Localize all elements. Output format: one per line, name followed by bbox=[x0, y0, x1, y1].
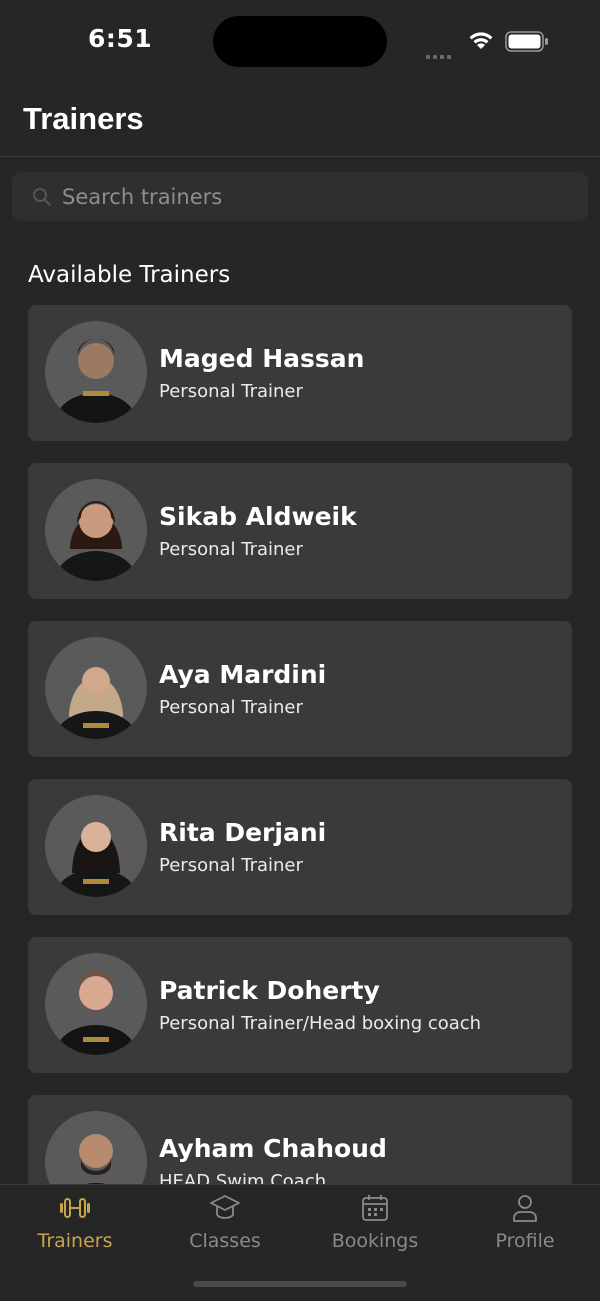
status-time: 6:51 bbox=[88, 24, 153, 53]
wifi-icon bbox=[469, 32, 493, 49]
tab-trainers[interactable]: Trainers bbox=[0, 1185, 150, 1265]
search-input[interactable] bbox=[62, 172, 562, 221]
trainer-avatar bbox=[45, 1111, 147, 1185]
trainer-avatar bbox=[45, 953, 147, 1055]
cellular-signal-icon bbox=[426, 44, 456, 59]
search-icon bbox=[33, 188, 51, 206]
header-divider bbox=[0, 156, 600, 157]
trainer-name: Maged Hassan bbox=[159, 344, 365, 373]
trainer-avatar bbox=[45, 637, 147, 739]
trainer-role: Personal Trainer/Head boxing coach bbox=[159, 1013, 482, 1034]
trainer-avatar bbox=[45, 795, 147, 897]
trainer-name: Ayham Chahoud bbox=[159, 1134, 387, 1163]
trainer-name: Aya Mardini bbox=[159, 660, 327, 689]
tab-bookings[interactable]: Bookings bbox=[300, 1185, 450, 1265]
trainer-name: Rita Derjani bbox=[159, 818, 327, 847]
dynamic-island bbox=[213, 16, 387, 67]
trainer-card[interactable]: Sikab Aldweik Personal Trainer bbox=[28, 463, 572, 599]
trainer-role: HEAD Swim Coach bbox=[159, 1171, 327, 1185]
trainer-role: Personal Trainer bbox=[159, 855, 303, 876]
tab-label: Bookings bbox=[331, 1230, 419, 1252]
trainer-card[interactable]: Rita Derjani Personal Trainer bbox=[28, 779, 572, 915]
status-bar: 6:51 bbox=[0, 0, 600, 84]
home-indicator[interactable] bbox=[193, 1281, 407, 1287]
trainer-role: Personal Trainer bbox=[159, 381, 303, 402]
trainer-card[interactable]: Aya Mardini Personal Trainer bbox=[28, 621, 572, 757]
trainer-role: Personal Trainer bbox=[159, 539, 303, 560]
trainer-avatar bbox=[45, 321, 147, 423]
tab-label: Profile bbox=[495, 1230, 555, 1252]
trainer-list[interactable]: Maged Hassan Personal Trainer Sikab Aldw… bbox=[28, 305, 572, 1185]
trainer-card[interactable]: Maged Hassan Personal Trainer bbox=[28, 305, 572, 441]
trainer-name: Patrick Doherty bbox=[159, 976, 380, 1005]
search-bar[interactable] bbox=[12, 172, 588, 221]
trainer-avatar bbox=[45, 479, 147, 581]
graduation-cap-icon bbox=[210, 1195, 240, 1219]
trainer-card[interactable]: Ayham Chahoud HEAD Swim Coach bbox=[28, 1095, 572, 1185]
trainer-role: Personal Trainer bbox=[159, 697, 303, 718]
tab-profile[interactable]: Profile bbox=[450, 1185, 600, 1265]
tab-classes[interactable]: Classes bbox=[150, 1185, 300, 1265]
tab-label: Classes bbox=[189, 1230, 261, 1252]
trainer-card[interactable]: Patrick Doherty Personal Trainer/Head bo… bbox=[28, 937, 572, 1073]
dumbbell-icon bbox=[60, 1198, 90, 1218]
page-title: Trainers bbox=[23, 101, 144, 136]
tab-label: Trainers bbox=[37, 1230, 113, 1252]
battery-icon bbox=[505, 31, 548, 52]
section-title: Available Trainers bbox=[28, 262, 231, 288]
trainer-name: Sikab Aldweik bbox=[159, 502, 357, 531]
person-icon bbox=[513, 1195, 537, 1222]
calendar-icon bbox=[362, 1195, 388, 1221]
